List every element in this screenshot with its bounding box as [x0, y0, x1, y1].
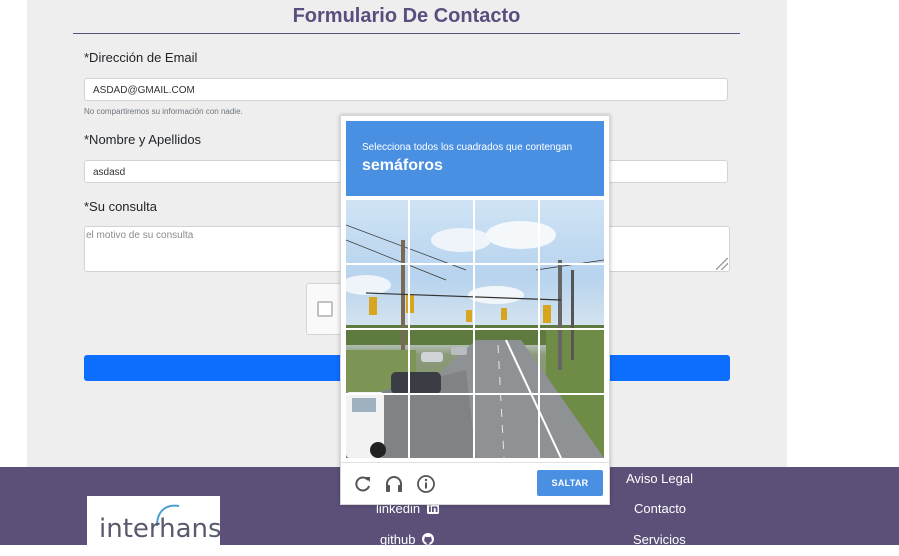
query-placeholder: el motivo de su consulta: [86, 230, 194, 241]
recaptcha-checkbox[interactable]: [317, 301, 333, 317]
interhanse-logo: interhanse: [87, 496, 220, 556]
captcha-image-grid[interactable]: [346, 200, 604, 458]
recaptcha-widget: [306, 283, 344, 335]
email-label: *Dirección de Email: [84, 50, 198, 65]
grid-divider: [346, 328, 604, 330]
skip-button[interactable]: SALTAR: [537, 470, 603, 496]
logo-text: interhanse: [99, 514, 220, 544]
captcha-header: Selecciona todos los cuadrados que conte…: [346, 121, 604, 196]
email-field[interactable]: ASDAD@GMAIL.COM: [84, 78, 728, 101]
github-icon: [422, 533, 435, 545]
captcha-divider: [341, 462, 609, 463]
grid-divider: [346, 263, 604, 265]
name-label: *Nombre y Apellidos: [84, 132, 202, 147]
email-help-text: No compartiremos su información con nadi…: [84, 107, 243, 116]
footer-link-aviso-legal[interactable]: Aviso Legal: [626, 471, 693, 486]
page-title: Formulario De Contacto: [73, 5, 740, 34]
info-icon[interactable]: [416, 474, 436, 494]
footer-link-contacto[interactable]: Contacto: [634, 501, 686, 516]
captcha-target: semáforos: [362, 157, 443, 174]
resize-handle[interactable]: [716, 258, 728, 270]
captcha-challenge: Selecciona todos los cuadrados que conte…: [340, 115, 610, 505]
reload-icon[interactable]: [353, 474, 373, 494]
grid-divider: [346, 393, 604, 395]
captcha-instruction: Selecciona todos los cuadrados que conte…: [362, 142, 573, 153]
query-label: *Su consulta: [84, 199, 157, 214]
audio-icon[interactable]: [384, 474, 404, 494]
